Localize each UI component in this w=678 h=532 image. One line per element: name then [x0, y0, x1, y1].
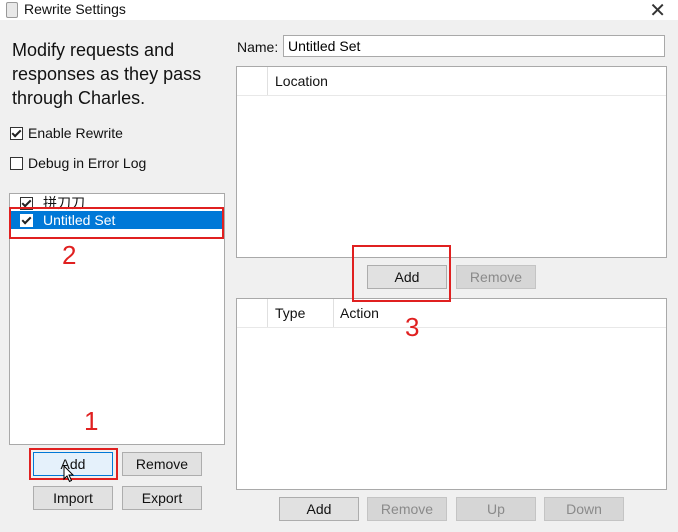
name-input[interactable] — [283, 35, 665, 57]
close-icon[interactable]: ✕ — [649, 0, 666, 23]
annotation-box-3 — [352, 245, 451, 302]
export-button[interactable]: Export — [122, 486, 202, 510]
remove-location-button[interactable]: Remove — [456, 265, 536, 289]
enable-rewrite-label: Enable Rewrite — [28, 125, 123, 141]
column-divider — [267, 299, 268, 327]
description-text: Modify requests and responses as they pa… — [12, 40, 202, 108]
up-rule-button[interactable]: Up — [456, 497, 536, 521]
action-column-header[interactable]: Action — [340, 305, 379, 321]
column-divider — [333, 299, 334, 327]
window-title: Rewrite Settings — [24, 1, 126, 17]
name-label: Name: — [237, 39, 279, 55]
type-column-header[interactable]: Type — [275, 305, 305, 321]
remove-set-button[interactable]: Remove — [122, 452, 202, 476]
debug-error-log-label: Debug in Error Log — [28, 155, 147, 171]
rules-table-header: Type Action — [237, 299, 666, 328]
location-table[interactable]: Location — [236, 66, 667, 258]
annotation-number-3: 3 — [405, 312, 420, 342]
app-icon — [6, 2, 18, 18]
location-column-header[interactable]: Location — [275, 73, 328, 89]
import-button[interactable]: Import — [33, 486, 113, 510]
rules-table[interactable]: Type Action — [236, 298, 667, 490]
add-rule-button[interactable]: Add — [279, 497, 359, 521]
location-table-header: Location — [237, 67, 666, 96]
annotation-number-2: 2 — [62, 240, 77, 270]
remove-rule-button[interactable]: Remove — [367, 497, 447, 521]
annotation-box-2 — [9, 207, 224, 239]
debug-error-log-checkbox[interactable]: Debug in Error Log — [10, 155, 146, 171]
annotation-number-1: 1 — [84, 406, 99, 436]
checkbox-checked-icon[interactable] — [10, 126, 23, 140]
down-rule-button[interactable]: Down — [544, 497, 624, 521]
enable-rewrite-checkbox[interactable]: Enable Rewrite — [10, 125, 123, 141]
checkbox-unchecked-icon[interactable] — [10, 156, 23, 170]
mouse-pointer-icon — [63, 465, 75, 483]
column-divider — [267, 67, 268, 95]
